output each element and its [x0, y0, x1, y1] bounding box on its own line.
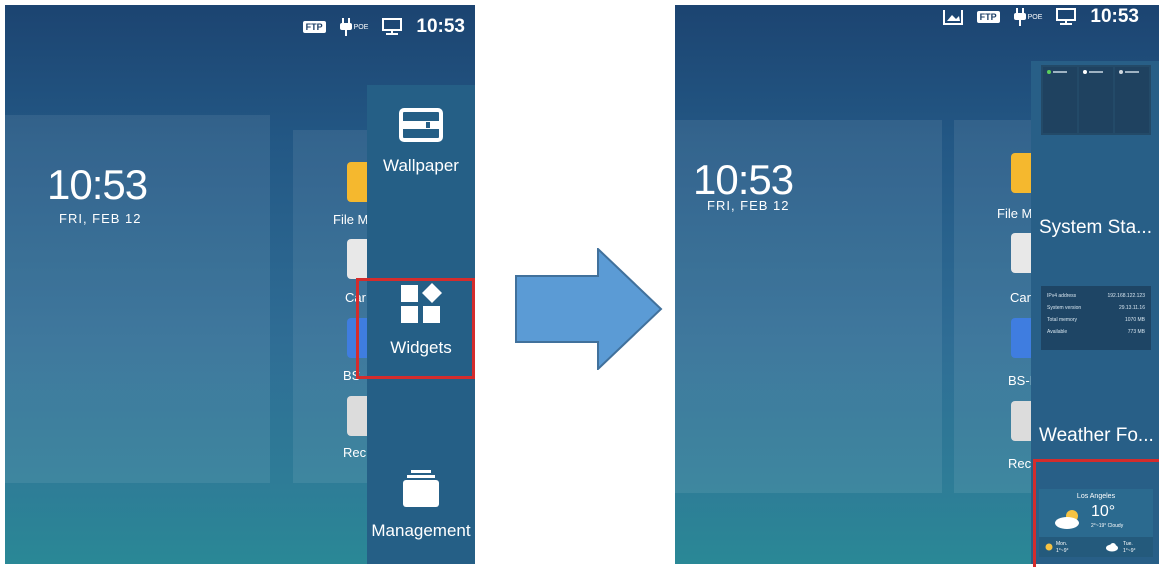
management-label: Management: [371, 521, 471, 540]
app-label: BS-I: [1008, 373, 1034, 388]
info-row: System version 29.13.11.16: [1047, 305, 1145, 311]
home-date: FRI, FEB 12: [59, 211, 142, 226]
wallpaper-menu-item[interactable]: Wallpaper: [367, 107, 475, 176]
app-label: File M: [997, 206, 1033, 221]
wallpaper-label: Wallpaper: [383, 156, 459, 175]
home-clock: 10:53: [47, 161, 148, 208]
app-label: Rec: [343, 445, 367, 460]
management-icon: [403, 470, 439, 507]
app-label: File M: [333, 212, 369, 227]
info-row: Available 773 MB: [1047, 329, 1145, 335]
info-row: IPv4 address 192.168.122.123: [1047, 293, 1145, 299]
status-bar: FTP POE 10:53: [302, 5, 465, 49]
home-date: FRI, FEB 12: [707, 198, 790, 213]
system-info-widget-preview[interactable]: IPv4 address 192.168.122.123 System versi…: [1041, 286, 1151, 350]
network-icon: [1056, 8, 1077, 25]
status-time: 10:53: [1090, 6, 1139, 27]
weather-widget-highlight-box: [1033, 459, 1159, 567]
widgets-highlight-box: [356, 278, 475, 379]
app-label: Rec: [1008, 456, 1032, 471]
clock-widget-panel[interactable]: 10:53 FRI, FEB 12: [5, 115, 270, 483]
screenshot-icon: [942, 10, 963, 25]
status-bar: FTP POE 10:53: [942, 5, 1139, 29]
wallpaper-icon: [399, 108, 443, 142]
clock-widget-panel[interactable]: 10:53 FRI, FEB 12: [675, 120, 942, 493]
poe-icon: POE: [339, 18, 368, 36]
system-status-widget-preview[interactable]: [1041, 65, 1151, 135]
app-label: Car: [1010, 290, 1031, 305]
poe-icon: POE: [1013, 8, 1042, 26]
transition-arrow-icon: [515, 248, 663, 370]
status-time: 10:53: [416, 16, 465, 37]
network-icon: [382, 18, 403, 35]
management-menu-item[interactable]: Management: [367, 470, 475, 541]
system-status-widget-name[interactable]: System Sta...: [1039, 217, 1152, 239]
ftp-icon: FTP: [302, 21, 326, 33]
home-clock: 10:53: [693, 156, 794, 203]
info-row: Total memory 1070 MB: [1047, 317, 1145, 323]
weather-forecast-widget-name[interactable]: Weather Fo...: [1039, 425, 1154, 447]
ftp-icon: FTP: [976, 11, 1000, 23]
